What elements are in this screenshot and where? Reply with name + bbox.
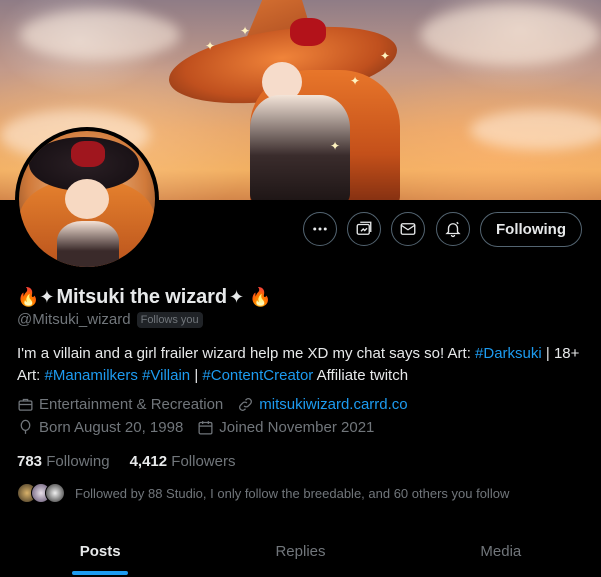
tab-replies[interactable]: Replies: [200, 525, 400, 577]
follows-you-badge: Follows you: [136, 311, 203, 328]
subscribe-button[interactable]: [347, 212, 381, 246]
profile-meta-row-1: Entertainment & Recreation mitsukiwizard…: [17, 396, 408, 413]
name-prefix: 🔥✦: [17, 287, 55, 307]
tab-media[interactable]: Media: [401, 525, 601, 577]
more-button[interactable]: [303, 212, 337, 246]
hashtag-link[interactable]: #ContentCreator: [202, 367, 313, 384]
category: Entertainment & Recreation: [17, 396, 223, 413]
website-link[interactable]: mitsukiwizard.carrd.co: [259, 396, 407, 413]
followed-by[interactable]: Followed by 88 Studio, I only follow the…: [17, 483, 509, 503]
active-tab-indicator: [72, 571, 129, 575]
bio: I'm a villain and a girl frailer wizard …: [17, 343, 587, 387]
calendar-icon: [198, 421, 213, 435]
hashtag-link[interactable]: #Villain: [142, 367, 190, 384]
birthday: Born August 20, 1998: [17, 419, 183, 436]
bell-notification-icon: [445, 221, 461, 238]
avatar: [45, 483, 65, 503]
hashtag-link[interactable]: #Darksuki: [475, 345, 542, 362]
link-icon: [239, 398, 253, 411]
followers-stat[interactable]: 4,412 Followers: [130, 453, 236, 470]
following-stat[interactable]: 783 Following: [17, 453, 110, 470]
mutual-avatars: [17, 483, 65, 503]
followers-label: Followers: [171, 453, 236, 470]
message-button[interactable]: [391, 212, 425, 246]
name-suffix: ✦ 🔥: [228, 287, 272, 307]
user-handle: @Mitsuki_wizard: [17, 311, 131, 328]
media-subscribe-icon: [356, 221, 372, 235]
category-text: Entertainment & Recreation: [39, 396, 224, 413]
tab-label: Replies: [275, 542, 326, 560]
follow-stats: 783 Following 4,412 Followers: [17, 453, 235, 470]
profile-meta-row-2: Born August 20, 1998 Joined November 202…: [17, 419, 374, 436]
followed-by-text: Followed by 88 Studio, I only follow the…: [75, 485, 510, 501]
hashtag-link[interactable]: #Manamilkers: [45, 367, 138, 384]
tab-posts[interactable]: Posts: [0, 525, 200, 577]
followers-count: 4,412: [129, 453, 168, 470]
display-name: 🔥✦ Mitsuki the wizard ✦ 🔥: [17, 286, 271, 309]
profile-tabs: Posts Replies Media: [0, 525, 601, 577]
more-horizontal-icon: [313, 227, 327, 231]
tab-label: Posts: [79, 542, 121, 560]
bio-text: I'm a villain and a girl frailer wizard …: [17, 345, 476, 362]
name-text: Mitsuki the wizard: [56, 286, 228, 308]
balloon-icon: [20, 419, 31, 434]
following-button[interactable]: Following: [480, 212, 582, 247]
briefcase-icon: [18, 398, 33, 411]
website[interactable]: mitsukiwizard.carrd.co: [237, 396, 408, 413]
following-count: 783: [17, 453, 43, 470]
tab-label: Media: [480, 542, 522, 560]
following-label: Following: [46, 453, 110, 470]
avatar[interactable]: [15, 127, 159, 271]
notifications-button[interactable]: [436, 212, 470, 246]
join-date-text: Joined November 2021: [219, 419, 375, 436]
envelope-icon: [400, 223, 416, 235]
birthday-text: Born August 20, 1998: [39, 419, 184, 436]
bio-text: Affiliate twitch: [313, 367, 409, 384]
bio-text: |: [190, 367, 203, 384]
join-date: Joined November 2021: [197, 419, 374, 436]
handle-row: @Mitsuki_wizard Follows you: [17, 311, 203, 328]
